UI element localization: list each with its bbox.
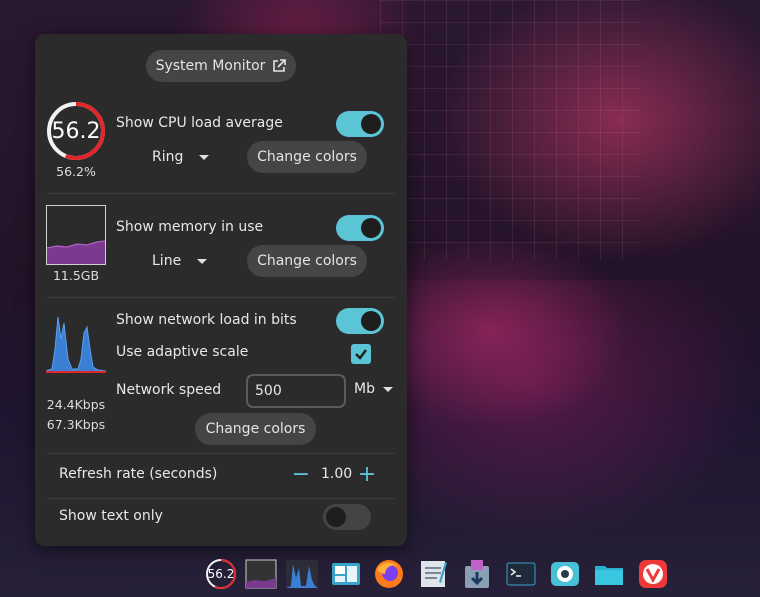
network-graph [45, 309, 107, 375]
cpu-ring-value: 56.2 [51, 118, 101, 144]
refresh-decrease-button[interactable]: − [291, 461, 311, 487]
memory-label: Show memory in use [116, 219, 264, 235]
separator [47, 498, 395, 499]
network-speed-label: Network speed [116, 382, 222, 398]
cpu-display-mode: Ring [152, 149, 184, 165]
system-app-icon[interactable] [549, 558, 581, 590]
chevron-down-icon [197, 258, 208, 264]
refresh-rate-value: 1.00 [321, 466, 353, 482]
system-monitor-panel: System Monitor 56.2 56.2% Show CPU load … [35, 34, 407, 546]
cpu-toggle[interactable] [336, 111, 384, 137]
cpu-ring-graph: 56.2 [45, 100, 107, 162]
chevron-down-icon [199, 154, 210, 160]
memory-display-dropdown[interactable]: Line [152, 253, 208, 269]
taskbar-cpu-value: 56.2 [207, 567, 235, 581]
external-link-icon [272, 59, 287, 73]
adaptive-scale-label: Use adaptive scale [116, 344, 249, 360]
window-tiling-icon[interactable] [330, 558, 362, 590]
network-label: Show network load in bits [116, 312, 297, 328]
cpu-change-colors-button[interactable]: Change colors [247, 141, 367, 173]
refresh-rate-label: Refresh rate (seconds) [59, 466, 218, 482]
background-wall [380, 0, 640, 260]
adaptive-scale-checkbox[interactable] [351, 344, 371, 364]
cpu-monitor-icon[interactable]: 56.2 [205, 558, 237, 590]
cpu-percent-text: 56.2% [56, 164, 96, 179]
plus-icon: + [357, 461, 377, 487]
separator [47, 453, 395, 454]
background-floor [380, 280, 760, 540]
network-up-text: 67.3Kbps [46, 417, 106, 432]
network-unit-dropdown[interactable]: Mb [354, 381, 393, 397]
network-unit: Mb [354, 381, 375, 397]
network-monitor-icon[interactable] [286, 558, 318, 590]
refresh-increase-button[interactable]: + [356, 461, 378, 487]
vivaldi-icon[interactable] [637, 558, 669, 590]
system-monitor-button[interactable]: System Monitor [146, 50, 296, 82]
cpu-display-dropdown[interactable]: Ring [152, 149, 210, 165]
memory-monitor-icon[interactable] [245, 558, 277, 590]
minus-icon: − [291, 461, 311, 487]
network-change-colors-button[interactable]: Change colors [195, 413, 316, 445]
separator [47, 297, 395, 298]
chevron-down-icon [382, 386, 393, 392]
memory-display-mode: Line [152, 253, 182, 269]
files-folder-icon[interactable] [593, 558, 625, 590]
network-down-text: 24.4Kbps [46, 397, 106, 412]
memory-line-graph [46, 205, 106, 265]
network-toggle[interactable] [336, 308, 384, 334]
memory-toggle[interactable] [336, 215, 384, 241]
system-monitor-label: System Monitor [155, 58, 266, 74]
text-only-label: Show text only [59, 508, 163, 524]
cpu-load-label: Show CPU load average [116, 115, 283, 131]
firefox-icon[interactable] [373, 558, 405, 590]
text-only-toggle[interactable] [323, 504, 371, 530]
separator [47, 193, 395, 194]
network-speed-input[interactable] [246, 374, 346, 408]
memory-change-colors-button[interactable]: Change colors [247, 245, 367, 277]
software-store-icon[interactable] [461, 558, 493, 590]
terminal-icon[interactable] [505, 558, 537, 590]
checkmark-icon [355, 349, 367, 360]
memory-value-text: 11.5GB [52, 268, 100, 283]
text-editor-icon[interactable] [417, 558, 449, 590]
